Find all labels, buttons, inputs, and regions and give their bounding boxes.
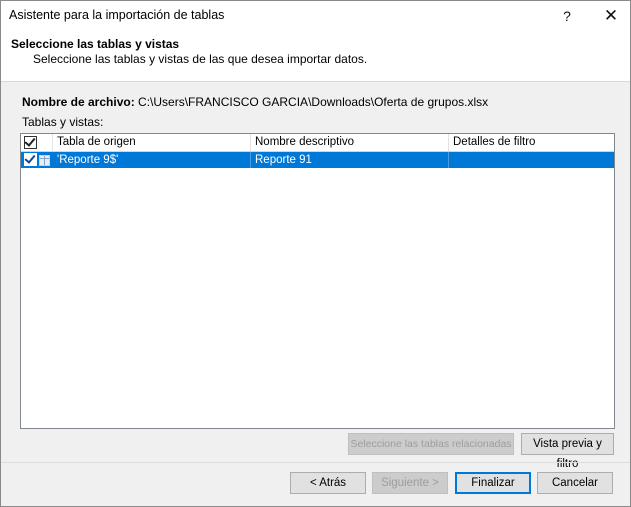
cancel-button[interactable]: Cancelar [537, 472, 613, 494]
file-name-line: Nombre de archivo: C:\Users\FRANCISCO GA… [22, 95, 488, 109]
preview-filter-button[interactable]: Vista previa y filtro [521, 433, 614, 470]
import-wizard-window: Asistente para la importación de tablas … [0, 0, 631, 507]
wizard-header: Seleccione las tablas y vistas Seleccion… [1, 31, 630, 82]
checkmark-icon [24, 135, 36, 147]
step-title: Seleccione las tablas y vistas [11, 37, 180, 51]
close-button[interactable]: ✕ [589, 1, 630, 31]
row-checkbox[interactable] [24, 152, 37, 166]
title-bar: Asistente para la importación de tablas … [1, 1, 630, 31]
help-button[interactable]: ? [545, 1, 589, 31]
cell-filter-details[interactable] [449, 152, 614, 168]
back-button[interactable]: < Atrás [290, 472, 366, 494]
checkmark-icon [24, 152, 36, 164]
file-name-label: Nombre de archivo: [22, 95, 135, 109]
cell-friendly-name[interactable]: Reporte 91 [251, 152, 449, 168]
cell-source-table[interactable]: 'Reporte 9$' [53, 152, 251, 168]
window-title: Asistente para la importación de tablas [9, 8, 225, 22]
column-header-filter-details[interactable]: Detalles de filtro [449, 134, 614, 151]
select-related-tables-button[interactable]: Seleccione las tablas relacionadas [348, 433, 514, 455]
tables-grid[interactable]: Tabla de origen Nombre descriptivo Detal… [20, 133, 615, 429]
file-path: C:\Users\FRANCISCO GARCIA\Downloads\Ofer… [138, 95, 489, 109]
step-description: Seleccione las tablas y vistas de las qu… [33, 52, 368, 66]
finish-button[interactable]: Finalizar [455, 472, 531, 494]
column-header-friendly-name[interactable]: Nombre descriptivo [251, 134, 449, 151]
table-row[interactable]: 'Reporte 9$' Reporte 91 [21, 152, 614, 168]
select-all-column[interactable] [21, 134, 53, 151]
column-header-source-table[interactable]: Tabla de origen [53, 134, 251, 151]
footer-divider [1, 462, 630, 463]
tables-views-label: Tablas y vistas: [22, 115, 104, 129]
grid-header: Tabla de origen Nombre descriptivo Detal… [21, 134, 614, 152]
next-button[interactable]: Siguiente > [372, 472, 448, 494]
select-all-checkbox[interactable] [24, 135, 37, 149]
table-icon [39, 155, 50, 166]
